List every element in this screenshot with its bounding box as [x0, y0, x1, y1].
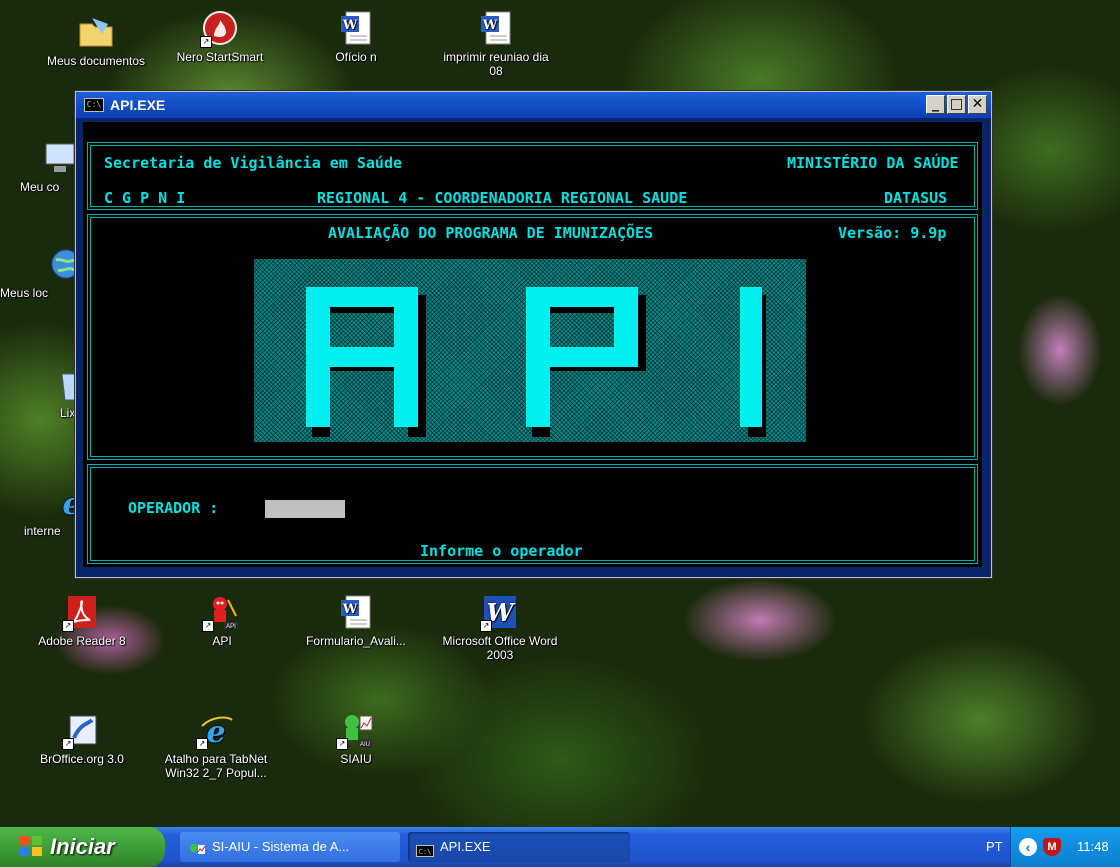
window-title: API.EXE: [110, 97, 166, 113]
desktop-icon-label: Meu co: [20, 180, 60, 194]
desktop-icon-imprimir-reuniao[interactable]: W imprimir reuniao dia 08: [436, 10, 556, 78]
desktop-icon-formulario[interactable]: W Formulario_Avali...: [296, 594, 416, 648]
taskbar-item-label: SI-AIU - Sistema de A...: [212, 839, 350, 854]
pdf-icon: ↗: [62, 594, 100, 632]
desktop-icon-word-2003[interactable]: W ↗ Microsoft Office Word 2003: [440, 594, 560, 662]
desktop-icon-tabnet[interactable]: e ↗ Atalho para TabNet Win32 2_7 Popul..…: [156, 712, 276, 780]
svg-text:W: W: [342, 18, 358, 33]
svg-text:W: W: [482, 18, 498, 33]
svg-text:AIU: AIU: [360, 742, 370, 748]
header-datasus: DATASUS: [884, 189, 948, 207]
desktop-icon-label: Lix: [60, 406, 76, 420]
desktop-icon-label: Meus loc: [0, 286, 49, 300]
desktop-icon-label: SIAIU: [340, 752, 372, 766]
word-document-icon: W: [338, 10, 374, 46]
desktop-icon-label: Atalho para TabNet Win32 2_7 Popul...: [164, 752, 268, 780]
header-cgpni: C G P N I: [104, 189, 186, 207]
desktop-icon-siaiu[interactable]: AIU ↗ SIAIU: [296, 712, 416, 766]
shortcut-arrow-icon: ↗: [480, 620, 492, 632]
desktop: Meus documentos ↗ Nero StartSmart W Ofíc…: [0, 0, 1120, 827]
taskbar: Iniciar SI-AIU - Sistema de A... C:\ API…: [0, 827, 1120, 867]
desktop-icon-broffice[interactable]: ↗ BrOffice.org 3.0: [22, 712, 142, 766]
desktop-icon-meus-documentos[interactable]: Meus documentos: [36, 14, 156, 68]
header-secretaria: Secretaria de Vigilância em Saúde: [104, 154, 403, 172]
desktop-icon-label: Adobe Reader 8: [38, 634, 126, 648]
status-message: Informe o operador: [420, 542, 583, 560]
desktop-icon-label: interne: [24, 524, 61, 538]
shortcut-arrow-icon: ↗: [202, 620, 214, 632]
header-ministerio: MINISTÉRIO DA SAÚDE: [787, 154, 959, 172]
logo-letter-p: [526, 347, 636, 367]
svg-text:W: W: [342, 602, 358, 617]
desktop-icon-meu-computador[interactable]: Meu co: [0, 140, 75, 194]
folder-icon: [78, 14, 114, 50]
mcafee-shield-icon[interactable]: M: [1043, 838, 1061, 856]
close-button[interactable]: ✕: [968, 95, 987, 114]
desktop-icon-label: Microsoft Office Word 2003: [442, 634, 558, 662]
desktop-icon-label: API: [212, 634, 232, 648]
console-icon: C:\: [84, 98, 104, 112]
internet-explorer-icon: e ↗: [196, 712, 234, 750]
clock[interactable]: 11:48: [1077, 827, 1109, 867]
shortcut-arrow-icon: ↗: [200, 36, 212, 48]
computer-icon: [42, 140, 78, 176]
console-area[interactable]: Secretaria de Vigilância em Saúde MINIST…: [83, 122, 982, 567]
taskbar-item-label: API.EXE: [440, 839, 491, 854]
logo-letter-a: [306, 347, 416, 367]
program-title: AVALIAÇÃO DO PROGRAMA DE IMUNIZAÇÕES: [328, 224, 654, 242]
operator-input[interactable]: [265, 500, 345, 518]
taskbar-item-api-exe[interactable]: C:\ API.EXE: [408, 832, 630, 862]
api-logo-banner: [254, 259, 806, 442]
microsoft-word-icon: W ↗: [480, 594, 518, 632]
nero-icon: ↗: [200, 10, 238, 48]
maximize-button[interactable]: □: [947, 95, 966, 114]
desktop-icon-oficio[interactable]: W Ofício n: [296, 10, 416, 64]
desktop-icon-adobe-reader[interactable]: ↗ Adobe Reader 8: [22, 594, 142, 648]
broffice-icon: ↗: [62, 712, 100, 750]
logo-letter-i: [740, 287, 762, 427]
api-exe-window[interactable]: C:\ API.EXE _ □ ✕ Secretaria de Vigilânc…: [75, 91, 992, 578]
desktop-icon-nero[interactable]: ↗ Nero StartSmart: [160, 10, 280, 64]
word-document-icon: W: [338, 594, 374, 630]
operator-label: OPERADOR :: [128, 499, 219, 517]
svg-text:C:\: C:\: [419, 848, 432, 856]
window-titlebar[interactable]: C:\ API.EXE _ □ ✕: [76, 92, 991, 118]
window-controls: _ □ ✕: [924, 95, 987, 114]
start-button[interactable]: Iniciar: [0, 827, 165, 867]
language-indicator[interactable]: PT: [986, 827, 1003, 867]
start-label: Iniciar: [50, 834, 115, 859]
version-label: Versão: 9.9p: [838, 224, 947, 242]
desktop-icon-label: Ofício n: [335, 50, 377, 64]
desktop-icon-label: Meus documentos: [46, 54, 146, 68]
shortcut-arrow-icon: ↗: [196, 738, 208, 750]
shortcut-arrow-icon: ↗: [336, 738, 348, 750]
shortcut-arrow-icon: ↗: [62, 620, 74, 632]
desktop-icon-internet[interactable]: e interne: [0, 484, 82, 538]
desktop-icon-api[interactable]: API ↗ API: [162, 594, 282, 648]
windows-flag-icon: [20, 836, 42, 857]
minimize-button[interactable]: _: [926, 95, 945, 114]
taskbar-item-si-aiu[interactable]: SI-AIU - Sistema de A...: [180, 832, 400, 862]
shortcut-arrow-icon: ↗: [62, 738, 74, 750]
desktop-icon-lixeira[interactable]: Lix: [0, 366, 83, 420]
system-tray: ‹ M 11:48: [1010, 827, 1120, 867]
desktop-icon-label: BrOffice.org 3.0: [40, 752, 124, 766]
desktop-icon-meus-locais[interactable]: Meus loc: [0, 246, 81, 300]
header-regional: REGIONAL 4 - COORDENADORIA REGIONAL SAUD…: [317, 189, 688, 207]
console-icon: C:\: [416, 839, 434, 857]
desktop-icon-label: Nero StartSmart: [176, 50, 264, 64]
svg-text:API: API: [226, 624, 236, 630]
show-hidden-icons-button[interactable]: ‹: [1019, 838, 1037, 856]
desktop-icon-label: imprimir reuniao dia 08: [443, 50, 549, 78]
api-mascot-icon: API ↗: [202, 594, 240, 632]
word-document-icon: W: [478, 10, 514, 46]
desktop-icon-label: Formulario_Avali...: [306, 634, 406, 648]
siaiu-mascot-icon: [188, 839, 206, 854]
siaiu-mascot-icon: AIU ↗: [336, 712, 374, 750]
